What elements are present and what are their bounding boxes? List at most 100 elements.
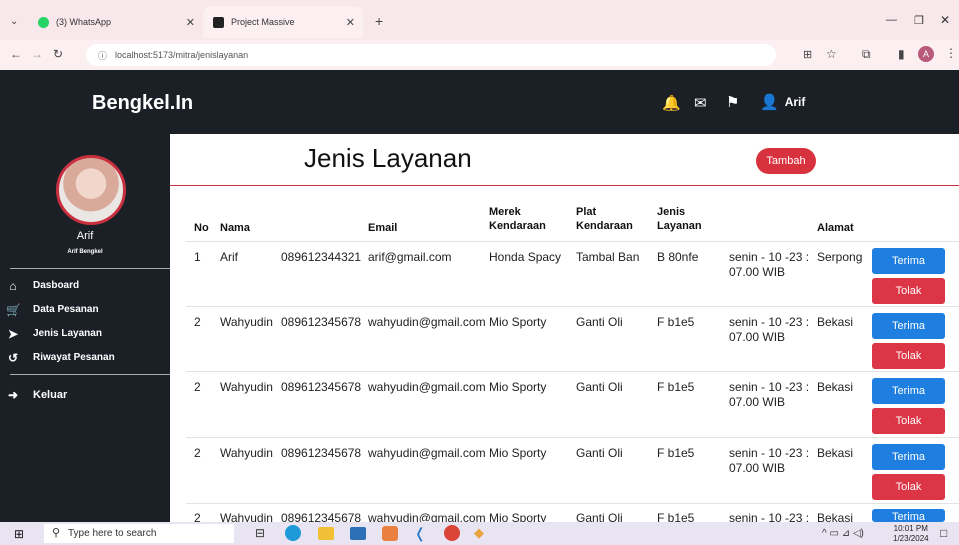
tab-label: Project Massive (231, 17, 295, 27)
accept-button[interactable]: Terima (872, 248, 945, 274)
back-icon[interactable]: ← (10, 47, 22, 61)
cell-jadwal: senin - 10 -23 : (729, 446, 810, 460)
cell-nama: Wahyudin (220, 446, 273, 460)
cell-jadwal-time: 07.00 WIB (729, 395, 786, 409)
close-window-icon[interactable]: ✕ (940, 13, 950, 27)
brand-logo[interactable]: Bengkel.In (92, 92, 193, 115)
accept-button[interactable]: Terima (872, 444, 945, 470)
menu-kebab-icon[interactable]: ⋮ (945, 46, 957, 60)
user-icon: 👤 (760, 94, 779, 111)
cell-no: 2 (194, 380, 201, 394)
logout-button[interactable]: ➜ Keluar (8, 388, 68, 402)
cell-merek: Mio Sporty (489, 380, 547, 394)
sidebar-item-label: Data Pesanan (33, 304, 99, 315)
store-icon[interactable] (350, 527, 366, 540)
cell-merek: Mio Sporty (489, 315, 547, 329)
translate-icon[interactable]: ⊞ (803, 48, 812, 61)
cell-plat: Ganti Oli (576, 380, 623, 394)
cell-email: wahyudin@gmail.com (368, 315, 486, 329)
cell-jadwal-time: 07.00 WIB (729, 265, 786, 279)
row-divider (186, 306, 959, 307)
flag-icon[interactable]: ⚑ (726, 93, 739, 111)
cell-alamat: Serpong (817, 250, 863, 264)
accept-button[interactable]: Terima (872, 378, 945, 404)
info-icon: ⓘ (98, 50, 108, 61)
sidebar-item-label: Jenis Layanan (33, 328, 102, 339)
send-icon: ➤ (7, 326, 19, 341)
row-divider (186, 371, 959, 372)
reject-button[interactable]: Tolak (872, 343, 945, 369)
column-header-nama: Nama (220, 222, 250, 234)
windows-start-icon[interactable]: ⊞ (14, 527, 24, 541)
cell-no: 2 (194, 446, 201, 460)
accept-button[interactable]: Terima (872, 509, 945, 522)
user-name: Arif (784, 95, 806, 109)
cell-nama: Wahyudin (220, 315, 273, 329)
cell-jadwal-time: 07.00 WIB (729, 461, 786, 475)
logout-icon: ➜ (7, 388, 19, 402)
task-view-icon[interactable]: ⊟ (255, 526, 265, 540)
edge-icon[interactable] (285, 525, 301, 541)
reload-icon[interactable]: ↻ (53, 47, 63, 61)
page-title: Jenis Layanan (304, 143, 472, 173)
app-icon[interactable] (382, 526, 398, 541)
url-bar[interactable]: ⓘ localhost:5173/mitra/jenislayanan (86, 44, 776, 66)
sidebar-item-jenis-layanan[interactable]: ➤ Jenis Layanan (8, 327, 102, 341)
close-tab-icon[interactable]: ✕ (186, 16, 195, 29)
cell-plat: Ganti Oli (576, 446, 623, 460)
cell-nama: Arif (220, 250, 238, 264)
tab-whatsapp[interactable]: (3) WhatsApp ✕ (28, 6, 203, 38)
chat-icon[interactable]: ✉ (694, 94, 707, 112)
taskbar-search-input[interactable]: ⚲ Type here to search (44, 524, 234, 543)
cell-merek: Honda Spacy (489, 250, 562, 264)
cell-jadwal: senin - 10 -23 : (729, 250, 810, 264)
cell-plat: Ganti Oli (576, 315, 623, 329)
reject-button[interactable]: Tolak (872, 408, 945, 434)
title-bar (170, 134, 959, 186)
vscode-icon[interactable]: ❬ (414, 525, 426, 542)
accept-button[interactable]: Terima (872, 313, 945, 339)
whatsapp-icon (38, 16, 49, 28)
user-menu[interactable]: 👤 Arif (760, 93, 805, 111)
cell-phone: 089612345678 (281, 380, 362, 394)
cell-alamat: Bekasi (817, 315, 854, 329)
chrome-icon[interactable] (444, 525, 460, 541)
column-header-no: No (194, 222, 209, 234)
cell-jadwal: senin - 10 -23 : (729, 315, 810, 329)
bookmark-star-icon[interactable]: ☆ (826, 47, 837, 61)
close-tab-icon[interactable]: ✕ (346, 16, 355, 29)
maximize-icon[interactable]: ❐ (914, 14, 924, 27)
cell-jenis: F b1e5 (657, 446, 695, 460)
forward-icon[interactable]: → (31, 47, 43, 61)
bell-icon[interactable]: 🔔 (662, 94, 681, 112)
column-header-jenis: Jenis Layanan (657, 206, 702, 232)
tab-list-chevron-icon[interactable]: ⌄ (10, 16, 18, 27)
sidepanel-icon[interactable]: ▮ (898, 47, 905, 61)
sidebar-divider (10, 268, 170, 269)
avatar (56, 155, 126, 225)
new-tab-icon[interactable]: + (375, 13, 383, 29)
cell-phone: 089612345678 (281, 315, 362, 329)
cell-phone: 089612345678 (281, 446, 362, 460)
sidebar-user-subtitle: Arif Bengkel (67, 249, 103, 255)
notification-icon[interactable]: □ (940, 526, 947, 540)
system-tray-icons[interactable]: ^ ▭ ⊿ ◁) (822, 528, 864, 539)
reject-button[interactable]: Tolak (872, 278, 945, 304)
tab-project-massive[interactable]: Project Massive ✕ (203, 6, 363, 38)
logout-label: Keluar (33, 389, 68, 401)
file-explorer-icon[interactable] (318, 527, 334, 540)
history-icon: ↺ (7, 350, 19, 365)
sidebar-item-dasboard[interactable]: ⌂ Dasboard (9, 279, 79, 293)
minimize-icon[interactable]: — (886, 14, 897, 26)
sidebar-user-name: Arif (76, 230, 94, 242)
column-header-email: Email (368, 222, 398, 234)
add-button[interactable]: Tambah (756, 148, 816, 174)
reject-button[interactable]: Tolak (872, 474, 945, 500)
sidebar-item-riwayat-pesanan[interactable]: ↺ Riwayat Pesanan (8, 351, 115, 365)
figma-icon[interactable]: ◆ (474, 525, 484, 541)
profile-avatar-icon[interactable]: A (918, 46, 934, 62)
clock[interactable]: 10:01 PM 1/23/2024 (893, 524, 929, 544)
sidebar-item-data-pesanan[interactable]: 🛒 Data Pesanan (6, 303, 99, 317)
cell-email: wahyudin@gmail.com (368, 380, 486, 394)
extensions-icon[interactable]: ⧉ (862, 47, 871, 62)
